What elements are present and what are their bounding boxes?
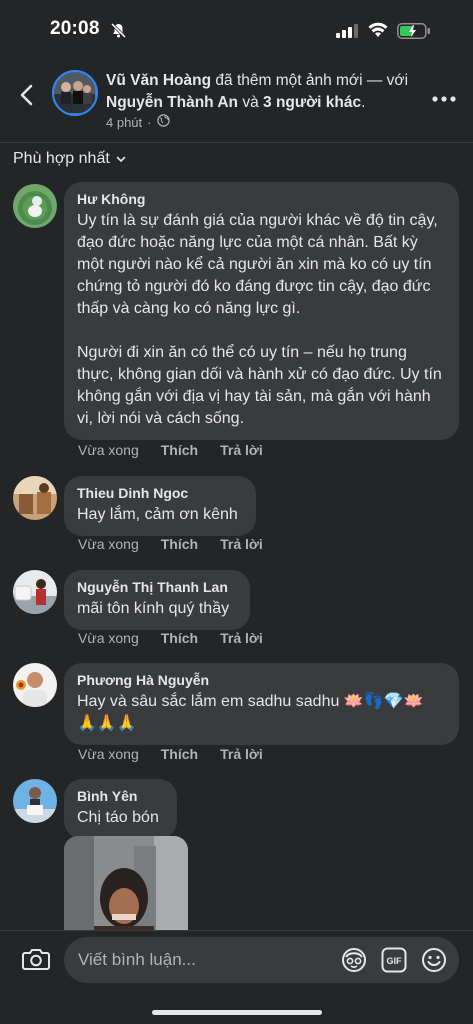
tagged-others[interactable]: 3 người khác xyxy=(263,94,361,111)
comment-author[interactable]: Bình Yên xyxy=(77,787,164,805)
avatar[interactable] xyxy=(13,663,57,707)
like-button[interactable]: Thích xyxy=(161,630,198,646)
comment-bubble[interactable]: Hư Không Uy tín là sự đánh giá của người… xyxy=(64,182,459,440)
back-icon[interactable] xyxy=(14,82,40,108)
post-period: . xyxy=(361,94,366,111)
like-button[interactable]: Thích xyxy=(161,442,198,458)
meta-dot: · xyxy=(147,114,152,130)
reply-button[interactable]: Trả lời xyxy=(220,630,263,646)
comment-text: mãi tôn kính quý thầy xyxy=(77,600,230,617)
status-bar: 20:08 xyxy=(0,0,473,60)
like-button[interactable]: Thích xyxy=(161,746,198,762)
comment-text: Hay lắm, cảm ơn kênh xyxy=(77,506,238,523)
post-title: Vũ Văn Hoàng đã thêm một ảnh mới — với N… xyxy=(106,70,416,114)
comment-text: Uy tín là sự đánh giá của người khác về … xyxy=(77,212,442,427)
comment-bubble[interactable]: Bình Yên Chị táo bón xyxy=(64,779,177,839)
avatar[interactable] xyxy=(13,476,57,520)
battery-charging-icon xyxy=(397,23,431,44)
post-author-avatar[interactable] xyxy=(52,70,98,116)
reply-button[interactable]: Trả lời xyxy=(220,746,263,762)
wifi-icon xyxy=(368,22,388,43)
comment-actions: Vừa xong Thích Trả lời xyxy=(78,630,263,646)
avatar[interactable] xyxy=(13,184,57,228)
comment-bubble[interactable]: Nguyễn Thị Thanh Lan mãi tôn kính quý th… xyxy=(64,570,250,630)
comment-placeholder: Viết bình luận... xyxy=(78,950,196,969)
gif-icon[interactable]: GIF xyxy=(381,947,407,978)
reply-button[interactable]: Trả lời xyxy=(220,442,263,458)
comment-actions: Vừa xong Thích Trả lời xyxy=(78,536,263,552)
comment-time[interactable]: Vừa xong xyxy=(78,630,139,646)
globe-icon xyxy=(156,114,170,130)
sort-label: Phù hợp nhất xyxy=(13,150,110,167)
post-header: Vũ Văn Hoàng đã thêm một ảnh mới — với N… xyxy=(0,62,473,142)
comment-text: Chị táo bón xyxy=(77,809,159,826)
post-with: với xyxy=(386,72,409,89)
home-indicator xyxy=(152,1010,322,1015)
emoji-icon[interactable] xyxy=(421,947,447,978)
sort-dropdown[interactable]: Phù hợp nhất xyxy=(13,150,126,168)
signal-icon xyxy=(336,24,358,43)
camera-icon[interactable] xyxy=(22,947,50,976)
comment-input[interactable]: Viết bình luận... GIF xyxy=(64,937,459,983)
like-button[interactable]: Thích xyxy=(161,536,198,552)
clock: 20:08 xyxy=(50,18,100,39)
comment-author[interactable]: Hư Không xyxy=(77,190,446,208)
post-action: đã thêm một ảnh mới — xyxy=(215,72,383,89)
comment-text: Hay và sâu sắc lắm em sadhu sadhu 🪷👣💎🪷 🙏… xyxy=(77,693,424,732)
comment-time[interactable]: Vừa xong xyxy=(78,536,139,552)
comment-bubble[interactable]: Phương Hà Nguyễn Hay và sâu sắc lắm em s… xyxy=(64,663,459,745)
comment-actions: Vừa xong Thích Trả lời xyxy=(78,746,263,762)
chevron-down-icon xyxy=(116,150,126,168)
tagged-person[interactable]: Nguyễn Thành An xyxy=(106,94,238,111)
comment-author[interactable]: Thieu Dinh Ngoc xyxy=(77,484,243,502)
post-and: và xyxy=(242,94,259,111)
avatar[interactable] xyxy=(13,570,57,614)
post-author-name[interactable]: Vũ Văn Hoàng xyxy=(106,72,211,89)
svg-text:GIF: GIF xyxy=(387,956,403,966)
comment-composer: Viết bình luận... GIF xyxy=(0,930,473,990)
post-meta: 4 phút · xyxy=(106,114,170,130)
more-icon[interactable] xyxy=(432,90,456,108)
comment-time[interactable]: Vừa xong xyxy=(78,746,139,762)
bell-slash-icon xyxy=(110,22,127,44)
avatar-sticker-icon[interactable] xyxy=(341,947,367,978)
divider xyxy=(0,142,473,143)
comment-author[interactable]: Nguyễn Thị Thanh Lan xyxy=(77,578,237,596)
post-time[interactable]: 4 phút xyxy=(106,115,142,130)
comment-time[interactable]: Vừa xong xyxy=(78,442,139,458)
avatar[interactable] xyxy=(13,779,57,823)
comment-author[interactable]: Phương Hà Nguyễn xyxy=(77,671,446,689)
comment-actions: Vừa xong Thích Trả lời xyxy=(78,442,263,458)
comment-bubble[interactable]: Thieu Dinh Ngoc Hay lắm, cảm ơn kênh xyxy=(64,476,256,536)
reply-button[interactable]: Trả lời xyxy=(220,536,263,552)
